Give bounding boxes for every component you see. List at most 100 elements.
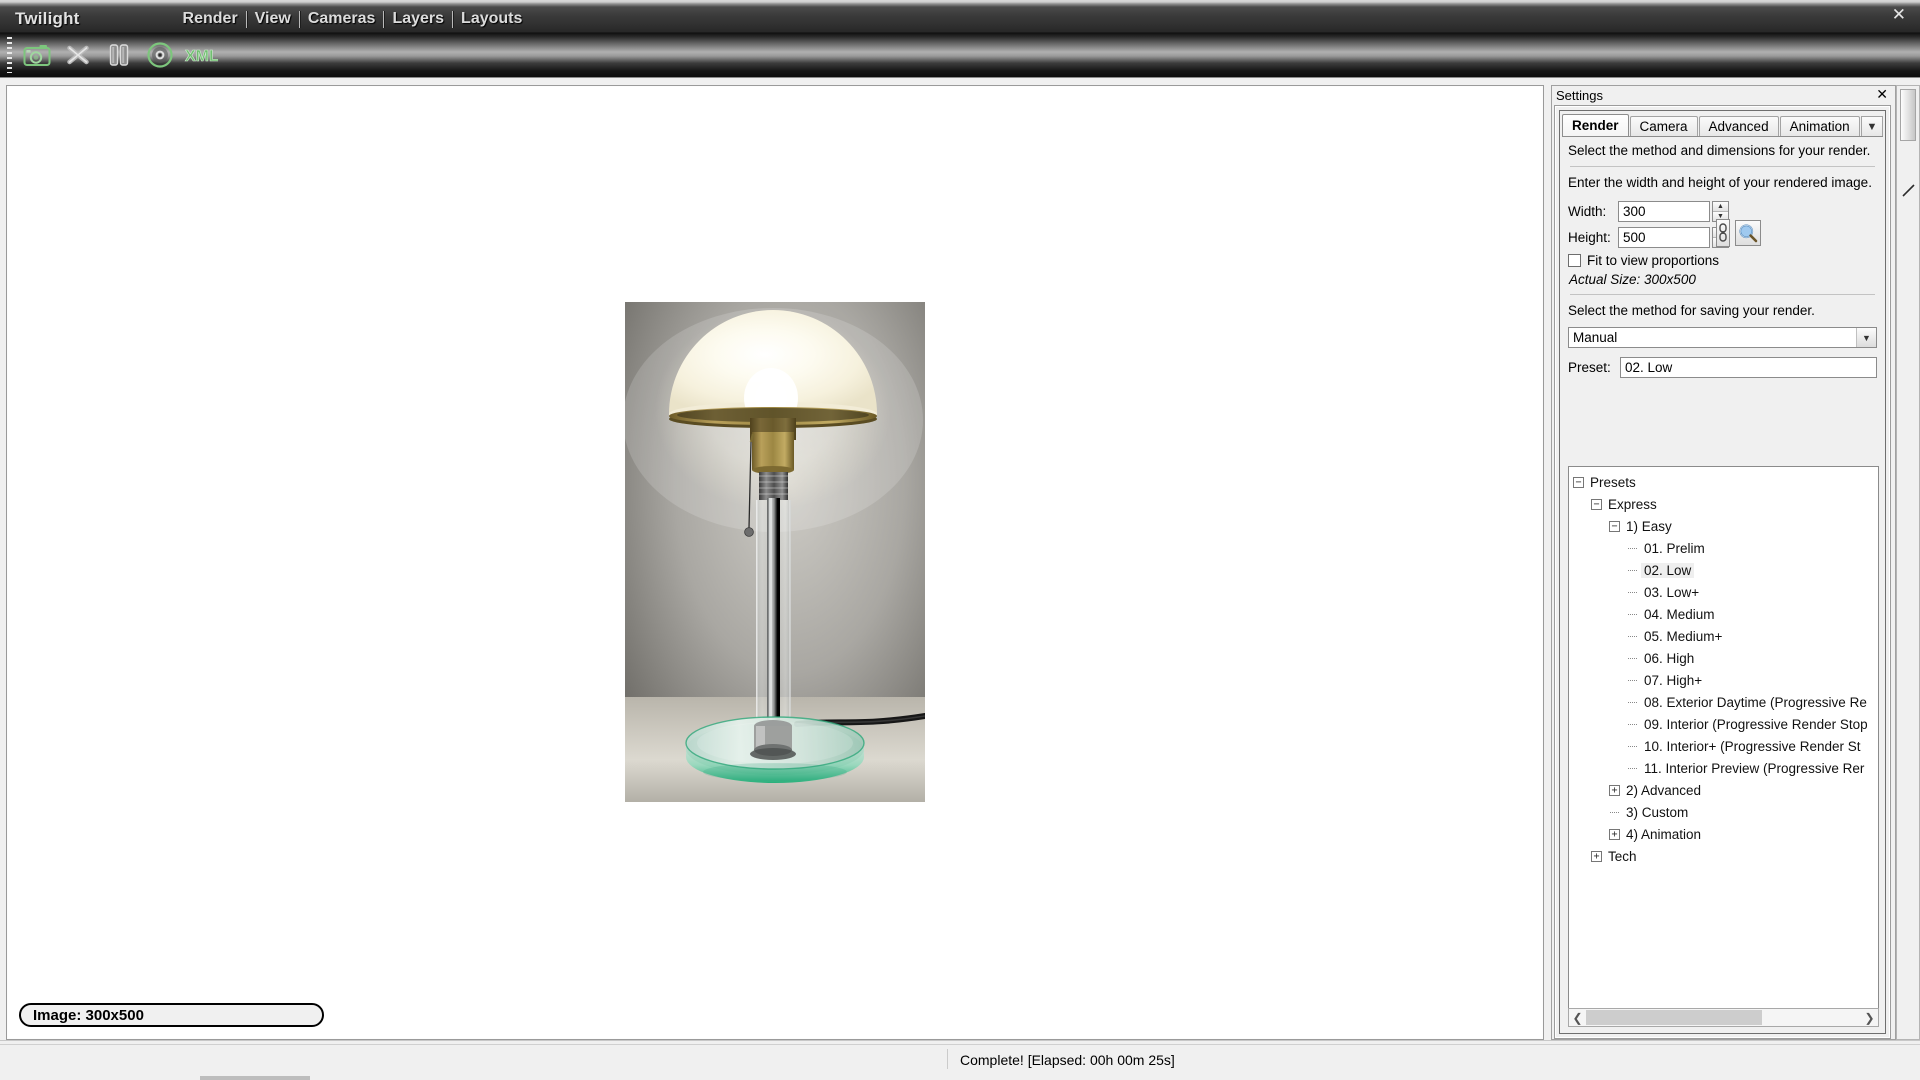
hscroll-track[interactable] bbox=[1762, 1010, 1861, 1025]
width-input[interactable]: 300 bbox=[1618, 201, 1710, 222]
tree-item[interactable]: 03. Low+ bbox=[1573, 581, 1878, 603]
tree-leaf-connector-icon bbox=[1627, 631, 1638, 642]
status-tab-strip[interactable] bbox=[200, 1076, 310, 1080]
window-close-button[interactable]: ✕ bbox=[1892, 7, 1906, 24]
width-label: Width: bbox=[1568, 204, 1607, 219]
chevron-left-icon[interactable]: ❮ bbox=[1569, 1009, 1586, 1026]
xml-export-button[interactable]: XML bbox=[184, 38, 218, 72]
presets-tree-list: − Presets − Express −1) Easy 01. Prelim 02. Lo… bbox=[1569, 467, 1878, 867]
tree-item-label: 06. High bbox=[1644, 650, 1695, 666]
tree-item[interactable]: 08. Exterior Daytime (Progressive Re bbox=[1573, 691, 1878, 713]
tree-item[interactable]: − Presets bbox=[1573, 471, 1878, 493]
stop-render-button[interactable] bbox=[61, 38, 95, 72]
tree-item[interactable]: 07. High+ bbox=[1573, 669, 1878, 691]
dimension-tool-buttons bbox=[1716, 219, 1761, 247]
stop-x-icon bbox=[67, 45, 89, 65]
tree-item[interactable]: +2) Advanced bbox=[1573, 779, 1878, 801]
render-canvas[interactable]: Image: 300x500 bbox=[6, 85, 1544, 1040]
tab-animation[interactable]: Animation bbox=[1779, 116, 1860, 136]
fit-to-view-checkbox[interactable] bbox=[1568, 254, 1581, 267]
tree-collapse-icon[interactable]: − bbox=[1591, 498, 1602, 510]
tree-collapse-icon[interactable]: − bbox=[1609, 520, 1620, 532]
tree-item[interactable]: 01. Prelim bbox=[1573, 537, 1878, 559]
settings-close-button[interactable]: ✕ bbox=[1873, 88, 1891, 102]
tree-leaf-connector-icon bbox=[1627, 565, 1638, 576]
tree-item-label: Express bbox=[1608, 496, 1657, 512]
menu-item-view[interactable]: View bbox=[247, 10, 299, 28]
tree-item-label: 08. Exterior Daytime (Progressive Re bbox=[1644, 694, 1867, 710]
tab-advanced[interactable]: Advanced bbox=[1698, 116, 1779, 136]
chevron-right-icon[interactable]: ❯ bbox=[1861, 1009, 1878, 1026]
render-button[interactable] bbox=[20, 38, 54, 72]
status-message: Complete! [Elapsed: 00h 00m 25s] bbox=[960, 1052, 1175, 1068]
tree-item-label: 4) Animation bbox=[1626, 826, 1702, 842]
tree-expand-icon[interactable]: + bbox=[1609, 784, 1620, 796]
tree-item[interactable]: 09. Interior (Progressive Render Stop bbox=[1573, 713, 1878, 735]
image-size-label: Image: 300x500 bbox=[19, 1003, 324, 1027]
dimensions-description: Enter the width and height of your rende… bbox=[1568, 175, 1872, 190]
tree-item[interactable]: 02. Low bbox=[1573, 559, 1878, 581]
hscroll-thumb[interactable] bbox=[1586, 1010, 1762, 1025]
menu-item-cameras[interactable]: Cameras bbox=[300, 10, 384, 28]
preset-input[interactable]: 02. Low bbox=[1620, 357, 1877, 378]
title-menu-bar: Twilight Render View Cameras Layers Layo… bbox=[0, 0, 1920, 33]
disc-icon bbox=[147, 42, 173, 68]
tree-item[interactable]: 06. High bbox=[1573, 647, 1878, 669]
tree-item[interactable]: + Tech bbox=[1573, 845, 1878, 867]
tree-item[interactable]: 11. Interior Preview (Progressive Rer bbox=[1573, 757, 1878, 779]
tree-expand-icon[interactable]: + bbox=[1591, 850, 1602, 862]
tree-item-label: Tech bbox=[1608, 848, 1637, 864]
menubar-inner: Twilight Render View Cameras Layers Layo… bbox=[0, 6, 530, 32]
toolbar-buttons: XML bbox=[20, 38, 218, 72]
presets-tree-hscrollbar[interactable]: ❮ ❯ bbox=[1568, 1008, 1879, 1027]
resize-grip-icon[interactable] bbox=[1901, 183, 1916, 198]
tree-item[interactable]: 05. Medium+ bbox=[1573, 625, 1878, 647]
preview-zoom-button[interactable] bbox=[1735, 220, 1761, 246]
lamp-render-svg bbox=[625, 302, 925, 802]
tab-render[interactable]: Render bbox=[1562, 114, 1629, 136]
tree-item[interactable]: 3) Custom bbox=[1573, 801, 1878, 823]
presets-tree[interactable]: − Presets − Express −1) Easy 01. Prelim 02. Lo… bbox=[1568, 466, 1879, 1021]
chevron-down-icon[interactable]: ▼ bbox=[1856, 328, 1876, 347]
tree-item-label: 07. High+ bbox=[1644, 672, 1703, 688]
settings-title-text: Settings bbox=[1556, 87, 1603, 103]
tree-expand-icon[interactable]: + bbox=[1609, 828, 1620, 840]
save-disc-button[interactable] bbox=[143, 38, 177, 72]
tree-item[interactable]: − Express bbox=[1573, 493, 1878, 515]
status-bar-divider bbox=[0, 1044, 1920, 1045]
fit-proportions-row: Fit to view proportions bbox=[1568, 253, 1877, 268]
dock-scroll-rail[interactable] bbox=[1896, 85, 1920, 1040]
tree-item[interactable]: +4) Animation bbox=[1573, 823, 1878, 845]
preset-row: Preset: 02. Low bbox=[1568, 357, 1877, 378]
tree-leaf-connector-icon bbox=[1627, 609, 1638, 620]
tree-leaf-connector-icon bbox=[1627, 653, 1638, 664]
link-chain-icon bbox=[1719, 223, 1727, 242]
tree-collapse-icon[interactable]: − bbox=[1573, 476, 1584, 488]
tab-overflow-button[interactable]: ▼ bbox=[1861, 116, 1883, 136]
tree-item[interactable]: 04. Medium bbox=[1573, 603, 1878, 625]
menu-item-layers[interactable]: Layers bbox=[384, 10, 452, 28]
actual-size-label: Actual Size: 300x500 bbox=[1569, 272, 1696, 287]
status-bar: Complete! [Elapsed: 00h 00m 25s] bbox=[0, 1040, 1920, 1080]
dock-scroll-thumb[interactable] bbox=[1900, 89, 1916, 141]
settings-panel-header: Settings ✕ bbox=[1552, 86, 1895, 104]
spinner-up-icon[interactable]: ▲ bbox=[1713, 202, 1728, 212]
tab-camera[interactable]: Camera bbox=[1629, 116, 1698, 136]
tree-item[interactable]: 10. Interior+ (Progressive Render St bbox=[1573, 735, 1878, 757]
tree-item[interactable]: −1) Easy bbox=[1573, 515, 1878, 537]
tree-leaf-connector-icon bbox=[1609, 807, 1620, 818]
height-input[interactable]: 500 bbox=[1618, 227, 1710, 248]
pause-render-button[interactable] bbox=[102, 38, 136, 72]
menu-item-layouts[interactable]: Layouts bbox=[453, 10, 530, 28]
svg-text:XML: XML bbox=[185, 48, 218, 65]
preset-label: Preset: bbox=[1568, 360, 1611, 375]
lock-aspect-ratio-button[interactable] bbox=[1716, 219, 1730, 247]
save-method-select[interactable]: Manual ▼ bbox=[1568, 327, 1877, 348]
tree-leaf-connector-icon bbox=[1627, 697, 1638, 708]
tree-item-label: 1) Easy bbox=[1626, 518, 1672, 534]
toolbar-grip-handle[interactable] bbox=[7, 37, 12, 73]
menu-item-render[interactable]: Render bbox=[175, 10, 246, 28]
chevron-down-icon: ▼ bbox=[1866, 120, 1878, 133]
camera-render-icon bbox=[23, 45, 51, 66]
tree-item-label: Presets bbox=[1590, 474, 1636, 490]
